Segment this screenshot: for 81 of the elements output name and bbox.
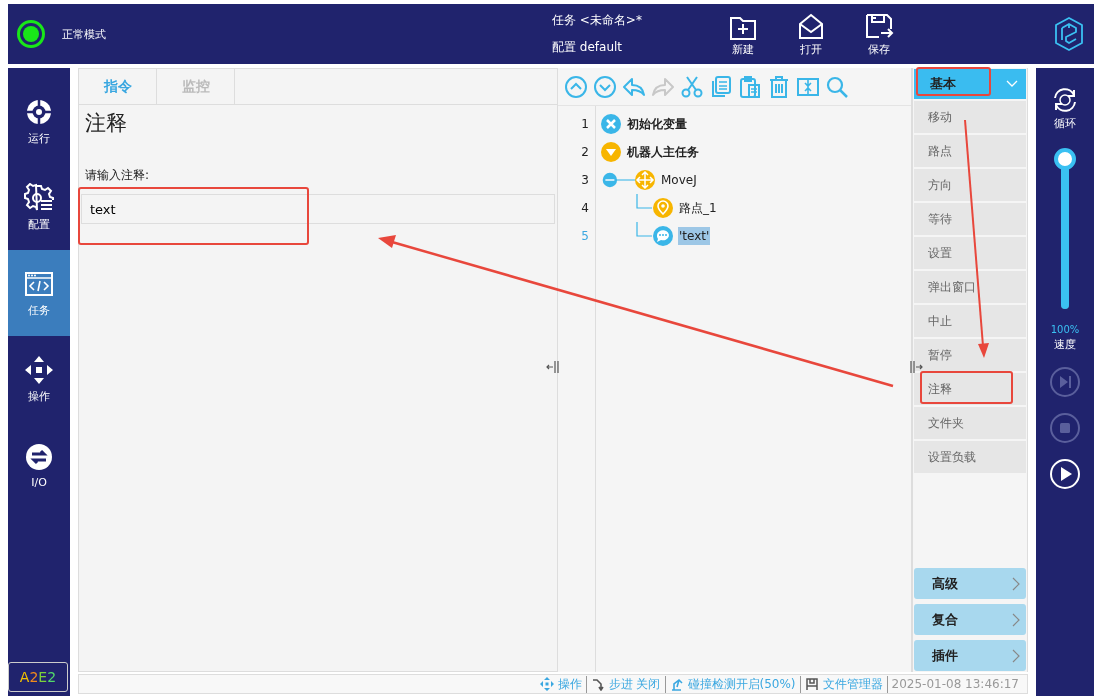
clipboard-icon[interactable] — [738, 74, 762, 99]
status-item[interactable]: 文件管理器 — [822, 675, 883, 693]
field-label: 请输入注释: — [85, 167, 151, 184]
program-node[interactable]: 路点_1 — [678, 197, 718, 219]
comment-input-field[interactable]: text — [81, 194, 555, 224]
status-indicator-icon — [16, 19, 46, 49]
sidebar-item[interactable]: 配置 — [8, 164, 70, 250]
speech-bubble-icon — [652, 225, 674, 247]
chevron-right-icon — [1012, 648, 1020, 663]
trash-icon[interactable] — [767, 74, 791, 99]
panel-title: 注释 — [85, 110, 128, 137]
scissors-icon[interactable] — [680, 74, 704, 99]
splitter-handle-icon[interactable] — [909, 360, 923, 374]
x-circle-icon — [600, 113, 622, 135]
tree-connector — [636, 222, 652, 237]
palette-item[interactable]: 中止 — [914, 305, 1026, 337]
sidebar-item[interactable]: 操作 — [8, 336, 70, 422]
robot-arm-icon — [669, 677, 684, 691]
palette-item[interactable]: 设置 — [914, 237, 1026, 269]
gear-list-icon — [24, 182, 54, 213]
location-pin-icon — [652, 197, 674, 219]
palette-item[interactable]: 设置负载 — [914, 441, 1026, 473]
splitter-handle-icon[interactable] — [546, 360, 560, 374]
speed-reading: 100% — [1050, 324, 1080, 335]
palette-group[interactable]: 高级 — [914, 568, 1026, 599]
line-number: 1 — [581, 116, 589, 133]
tree-connector — [636, 194, 652, 209]
category-dropdown[interactable]: 基本 — [914, 69, 1026, 99]
line-number: 2 — [581, 144, 589, 161]
program-node[interactable]: 机器人主任务 — [626, 141, 700, 163]
copy-icon[interactable] — [709, 74, 733, 99]
program-node[interactable]: 'text' — [678, 227, 711, 245]
down-circle-icon[interactable] — [593, 74, 617, 99]
chevron-right-icon — [1012, 576, 1020, 591]
palette-item[interactable]: 文件夹 — [914, 407, 1026, 439]
line-number: 3 — [581, 172, 589, 189]
cube-logo-icon — [1054, 16, 1084, 52]
status-item[interactable]: 步进 关闭 — [608, 675, 661, 693]
floppy-disk-icon — [864, 11, 894, 40]
envelope-icon — [796, 11, 826, 40]
speed-slider[interactable] — [1054, 146, 1076, 310]
toolbar-button[interactable]: 新建 — [724, 11, 762, 57]
chevron-down-icon — [1006, 80, 1018, 88]
program-node[interactable]: 初始化变量 — [626, 113, 688, 135]
clock-text: 2025-01-08 13:46:17 — [891, 677, 1019, 691]
chevron-right-icon — [1012, 612, 1020, 627]
toolbar-button[interactable]: 保存 — [860, 11, 898, 57]
toolbar-button[interactable]: 打开 — [792, 11, 830, 57]
version-badge: A2E2 — [8, 662, 68, 692]
four-way-arrows-icon — [24, 354, 54, 385]
palette-group[interactable]: 复合 — [914, 604, 1026, 635]
palette-item[interactable]: 注释 — [914, 373, 1026, 405]
palette-item[interactable]: 弹出窗口 — [914, 271, 1026, 303]
status-item[interactable]: 操作 — [557, 675, 582, 693]
speed-label: 速度 — [1054, 337, 1076, 352]
step-arrow-icon — [590, 677, 605, 691]
status-item[interactable]: 碰撞检测开启(50%) — [687, 675, 796, 693]
task-info: 任务 <未命名>* — [552, 12, 643, 29]
folder-icon — [804, 677, 819, 691]
mode-label: 正常模式 — [62, 26, 107, 42]
palette-item[interactable]: 暂停 — [914, 339, 1026, 371]
exchange-arrows-icon — [24, 441, 54, 472]
sidebar-item[interactable]: I/O — [8, 422, 70, 508]
up-circle-icon[interactable] — [564, 74, 588, 99]
program-node[interactable]: MoveJ — [660, 171, 698, 189]
line-number: 5 — [581, 228, 589, 245]
sidebar-item[interactable]: 任务 — [8, 250, 70, 336]
move-arrows-icon — [634, 169, 656, 191]
config-info: 配置 default — [552, 39, 624, 56]
play-button[interactable] — [1049, 458, 1081, 490]
loop-arrows-icon[interactable] — [1051, 86, 1079, 114]
four-way-arrows-icon — [539, 677, 554, 691]
sidebar-item[interactable]: 运行 — [8, 78, 70, 164]
palette-item[interactable]: 移动 — [914, 101, 1026, 133]
palette-group[interactable]: 插件 — [914, 640, 1026, 671]
search-icon[interactable] — [825, 74, 849, 99]
palette-item[interactable]: 方向 — [914, 169, 1026, 201]
loop-label: 循环 — [1054, 116, 1076, 131]
palette-item[interactable]: 等待 — [914, 203, 1026, 235]
palette-item[interactable]: 路点 — [914, 135, 1026, 167]
line-number: 4 — [581, 200, 589, 217]
